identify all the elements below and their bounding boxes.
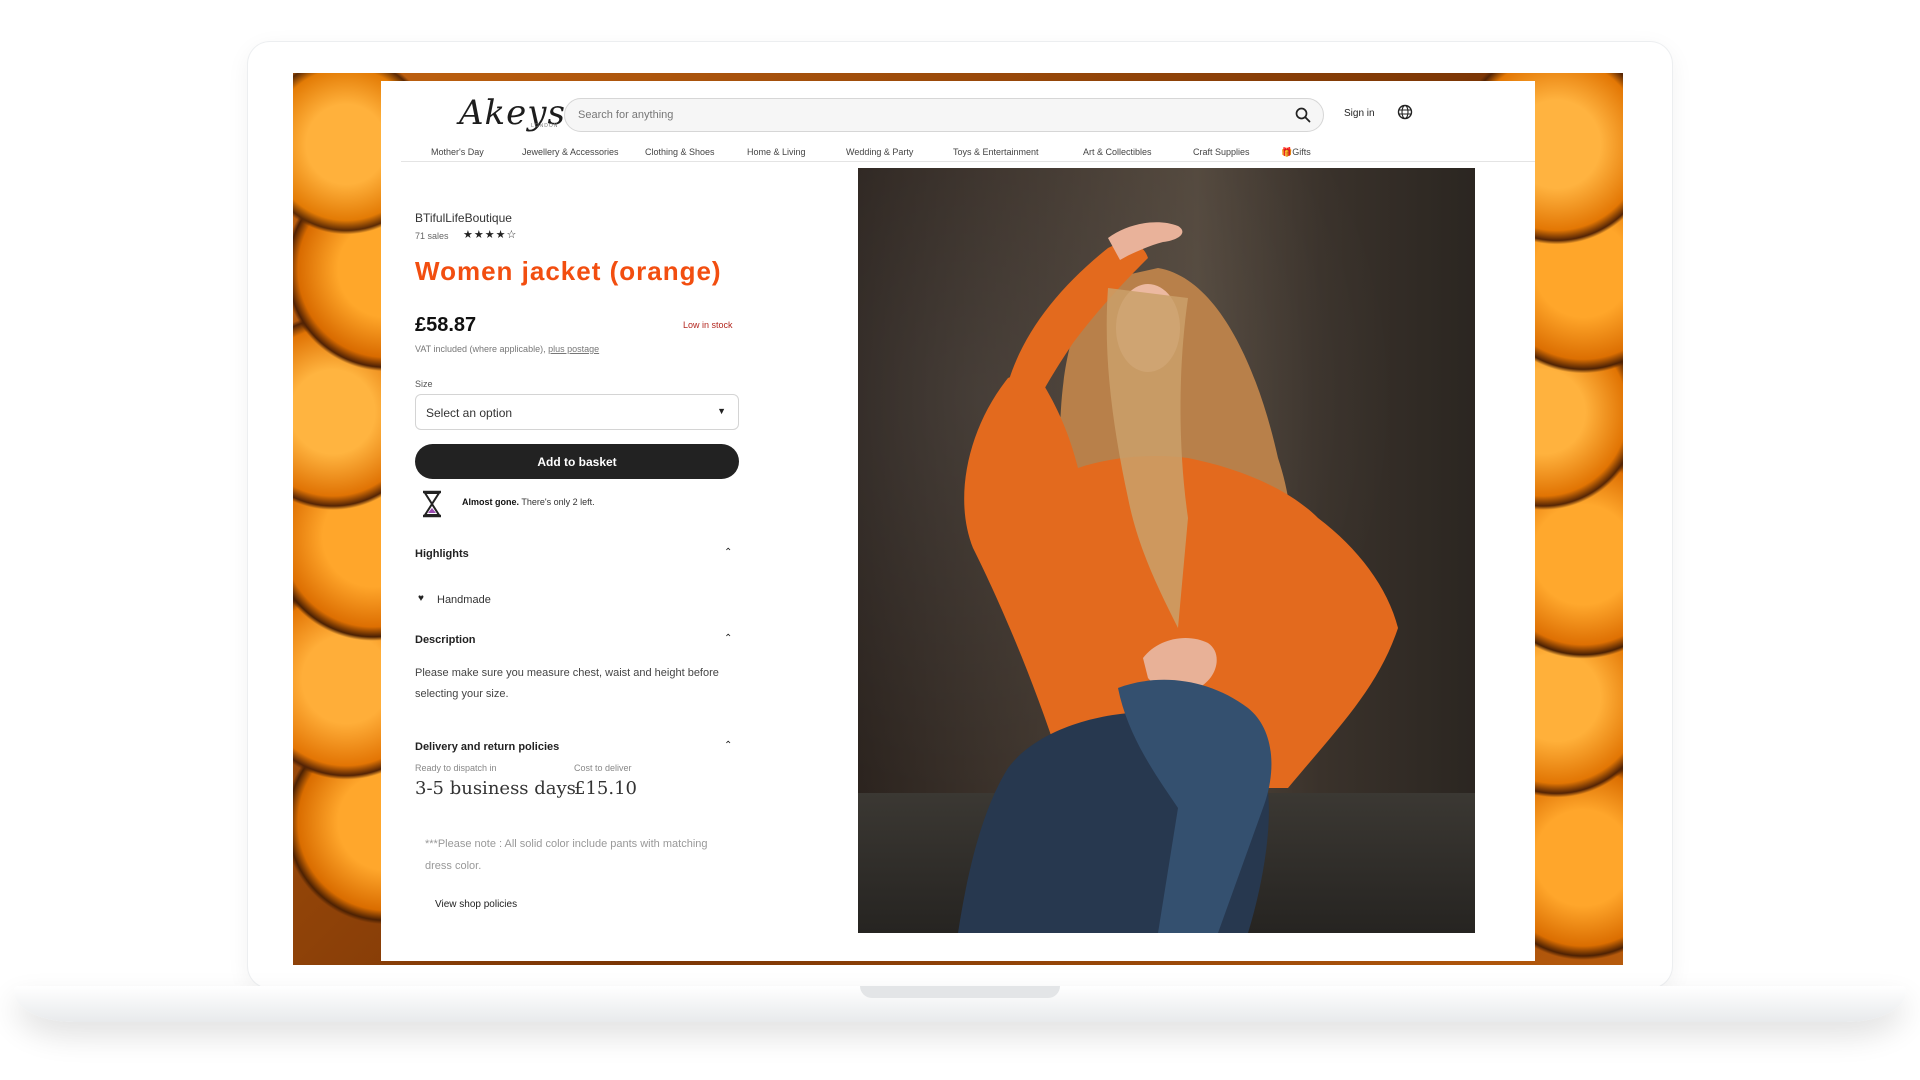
nav-item-toys[interactable]: Toys & Entertainment <box>953 147 1039 157</box>
nav-item-gifts[interactable]: 🎁Gifts <box>1281 147 1311 158</box>
laptop-notch <box>860 986 1060 998</box>
nav-item-jewellery[interactable]: Jewellery & Accessories <box>522 147 619 157</box>
gift-icon: 🎁 <box>1281 147 1293 157</box>
nav-item-mothers-day[interactable]: Mother's Day <box>431 147 484 157</box>
almost-gone-strong: Almost gone. <box>462 497 520 507</box>
size-select[interactable]: Select an option ▼ <box>415 394 739 430</box>
nav-item-home-living[interactable]: Home & Living <box>747 147 806 157</box>
model-figure <box>958 222 1398 933</box>
search-input[interactable] <box>578 99 1278 131</box>
product-image[interactable] <box>858 168 1475 933</box>
cost-value: £15.10 <box>574 778 637 799</box>
stock-status: Low in stock <box>683 320 733 330</box>
chevron-up-icon[interactable]: ⌃ <box>724 547 732 558</box>
shop-name-link[interactable]: BTifulLifeBoutique <box>415 211 512 225</box>
add-to-basket-button[interactable]: Add to basket <box>415 444 739 479</box>
nav-item-wedding[interactable]: Wedding & Party <box>846 147 913 157</box>
sign-in-link[interactable]: Sign in <box>1344 108 1375 119</box>
sales-count: 71 sales <box>415 231 449 241</box>
site-logo-subtitle: LONDON <box>531 123 559 129</box>
nav-item-gifts-label: Gifts <box>1292 147 1311 157</box>
product-title: Women jacket (orange) <box>415 256 722 286</box>
hand-icon: ♥ <box>418 593 424 604</box>
dispatch-value: 3-5 business days <box>415 778 576 799</box>
highlights-heading[interactable]: Highlights <box>415 548 469 560</box>
postage-link[interactable]: plus postage <box>548 344 599 354</box>
delivery-heading[interactable]: Delivery and return policies <box>415 741 559 753</box>
cost-label: Cost to deliver <box>574 763 632 773</box>
dispatch-label: Ready to dispatch in <box>415 763 497 773</box>
product-note: ***Please note : All solid color include… <box>425 838 708 872</box>
description-text: Please make sure you measure chest, wais… <box>415 667 719 700</box>
caret-down-icon: ▼ <box>717 406 726 416</box>
almost-gone-notice: Almost gone. There's only 2 left. <box>462 497 595 507</box>
rating-stars[interactable]: ★★★★☆ <box>463 228 517 241</box>
view-shop-policies-link[interactable]: View shop policies <box>435 899 517 910</box>
vat-text: VAT included (where applicable), <box>415 344 546 354</box>
almost-gone-rest: There's only 2 left. <box>521 497 595 507</box>
hourglass-icon <box>421 490 443 523</box>
nav-divider <box>401 161 1535 162</box>
size-label: Size <box>415 379 433 389</box>
nav-item-clothing[interactable]: Clothing & Shoes <box>645 147 715 157</box>
chevron-up-icon[interactable]: ⌃ <box>724 633 732 644</box>
chevron-up-icon[interactable]: ⌃ <box>724 740 732 751</box>
search-bar[interactable] <box>564 98 1324 132</box>
handmade-label: Handmade <box>437 594 491 606</box>
size-select-value: Select an option <box>426 406 513 420</box>
globe-icon[interactable] <box>1397 104 1413 125</box>
product-price: £58.87 <box>415 314 477 336</box>
nav-item-craft[interactable]: Craft Supplies <box>1193 147 1250 157</box>
search-icon[interactable] <box>1295 107 1311 128</box>
vat-info: VAT included (where applicable), plus po… <box>415 344 599 354</box>
site-header: Akeysa LONDON Sign in <box>381 81 1535 133</box>
product-page: Akeysa LONDON Sign in Mother's Day Jewel… <box>381 81 1535 961</box>
description-heading[interactable]: Description <box>415 634 476 646</box>
nav-item-art[interactable]: Art & Collectibles <box>1083 147 1152 157</box>
